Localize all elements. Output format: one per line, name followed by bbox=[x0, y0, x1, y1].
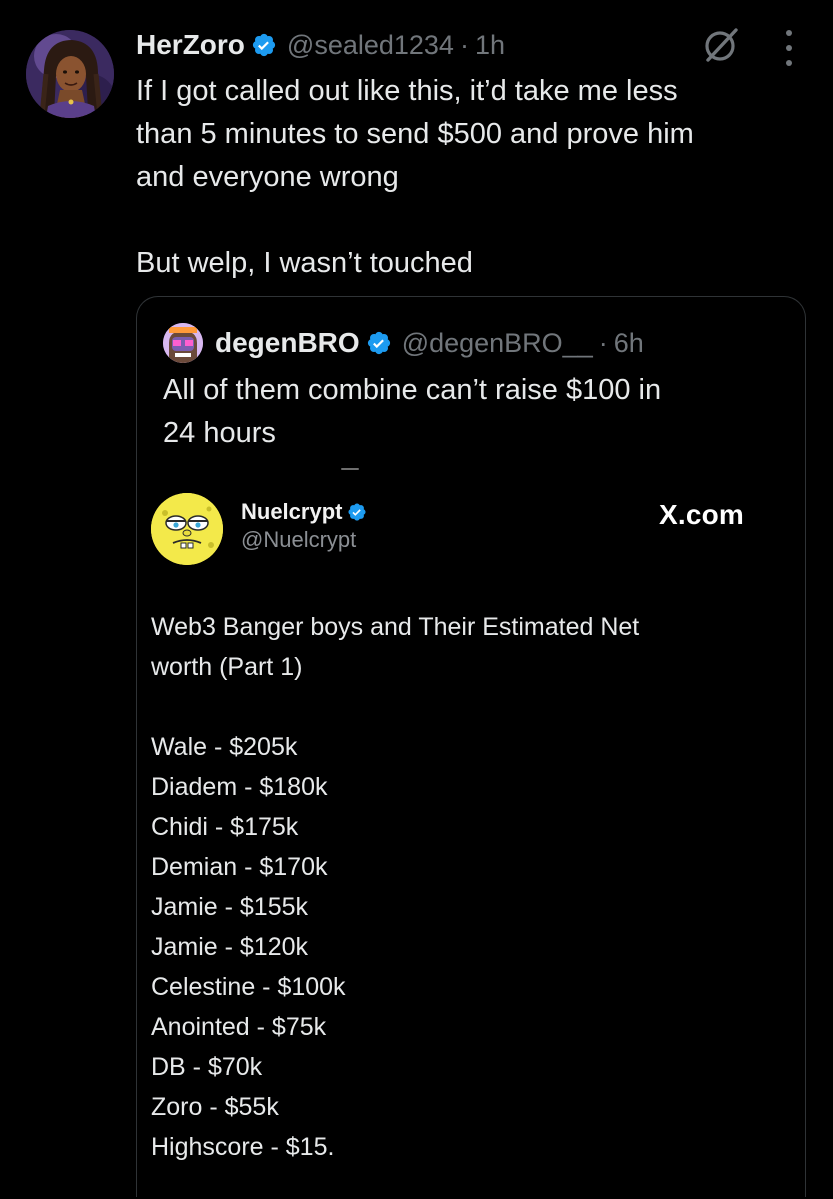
list-item: Diadem - $180k bbox=[151, 773, 328, 801]
embedded-author-avatar bbox=[151, 493, 223, 565]
list-item: Anointed - $75k bbox=[151, 1013, 327, 1041]
quoted-tweet-time[interactable]: 6h bbox=[614, 328, 644, 359]
list-item: Jamie - $155k bbox=[151, 893, 309, 921]
embedded-text-line: Web3 Banger boys and Their Estimated Net bbox=[151, 613, 640, 641]
author-avatar[interactable] bbox=[26, 30, 114, 118]
tweet-text-line: than 5 minutes to send $500 and prove hi… bbox=[136, 118, 694, 150]
quoted-author-avatar[interactable] bbox=[163, 323, 203, 363]
list-item: Highscore - $15. bbox=[151, 1133, 335, 1161]
more-options-icon[interactable] bbox=[778, 30, 800, 66]
quoted-text-line: All of them combine can’t raise $100 in bbox=[163, 374, 662, 406]
tweet-time[interactable]: 1h bbox=[475, 30, 505, 61]
divider bbox=[341, 468, 359, 470]
tweet-text-line: If I got called out like this, it’d take… bbox=[136, 75, 678, 107]
list-item: Zoro - $55k bbox=[151, 1093, 279, 1121]
list-item: Wale - $205k bbox=[151, 733, 298, 761]
embedded-author-handle: @Nuelcrypt bbox=[241, 527, 357, 552]
tweet-text-line: and everyone wrong bbox=[136, 161, 399, 193]
embedded-screenshot[interactable]: Nuelcrypt @Nuelcrypt X.com Web3 Banger b… bbox=[137, 485, 805, 1197]
source-label: X.com bbox=[659, 499, 745, 530]
tweet-text-line: But welp, I wasn’t touched bbox=[136, 247, 473, 279]
author-handle[interactable]: @sealed1234 bbox=[287, 30, 454, 61]
verified-badge-icon bbox=[251, 32, 277, 58]
tweet-header: HerZoro @sealed1234 · 1h bbox=[136, 26, 505, 64]
embedded-text: Web3 Banger boys and Their Estimated Net… bbox=[151, 607, 771, 1167]
embedded-name-row: Nuelcrypt bbox=[241, 499, 367, 525]
tweet[interactable]: HerZoro @sealed1234 · 1h If I got called… bbox=[0, 0, 833, 1199]
quoted-text-line: 24 hours bbox=[163, 417, 276, 449]
tweet-text: If I got called out like this, it’d take… bbox=[136, 70, 806, 285]
grok-icon[interactable] bbox=[700, 24, 742, 66]
author-name[interactable]: HerZoro bbox=[136, 29, 245, 61]
embedded-author-name: Nuelcrypt bbox=[241, 499, 343, 524]
separator-dot: · bbox=[459, 29, 469, 60]
quoted-author-handle[interactable]: @degenBRO__ bbox=[402, 328, 593, 359]
quoted-tweet[interactable]: degenBRO @degenBRO__ · 6h All of them co… bbox=[136, 296, 806, 1197]
quoted-tweet-header: degenBRO @degenBRO__ · 6h bbox=[163, 323, 644, 363]
verified-badge-icon bbox=[347, 502, 367, 522]
verified-badge-icon bbox=[366, 330, 392, 356]
separator-dot: · bbox=[598, 327, 608, 358]
list-item: Chidi - $175k bbox=[151, 813, 299, 841]
list-item: Jamie - $120k bbox=[151, 933, 309, 961]
quoted-tweet-text: All of them combine can’t raise $100 in … bbox=[163, 369, 783, 455]
quoted-author-name[interactable]: degenBRO bbox=[215, 327, 360, 359]
list-item: Demian - $170k bbox=[151, 853, 328, 881]
embedded-text-line: worth (Part 1) bbox=[151, 653, 303, 681]
list-item: DB - $70k bbox=[151, 1053, 263, 1081]
list-item: Celestine - $100k bbox=[151, 973, 346, 1001]
